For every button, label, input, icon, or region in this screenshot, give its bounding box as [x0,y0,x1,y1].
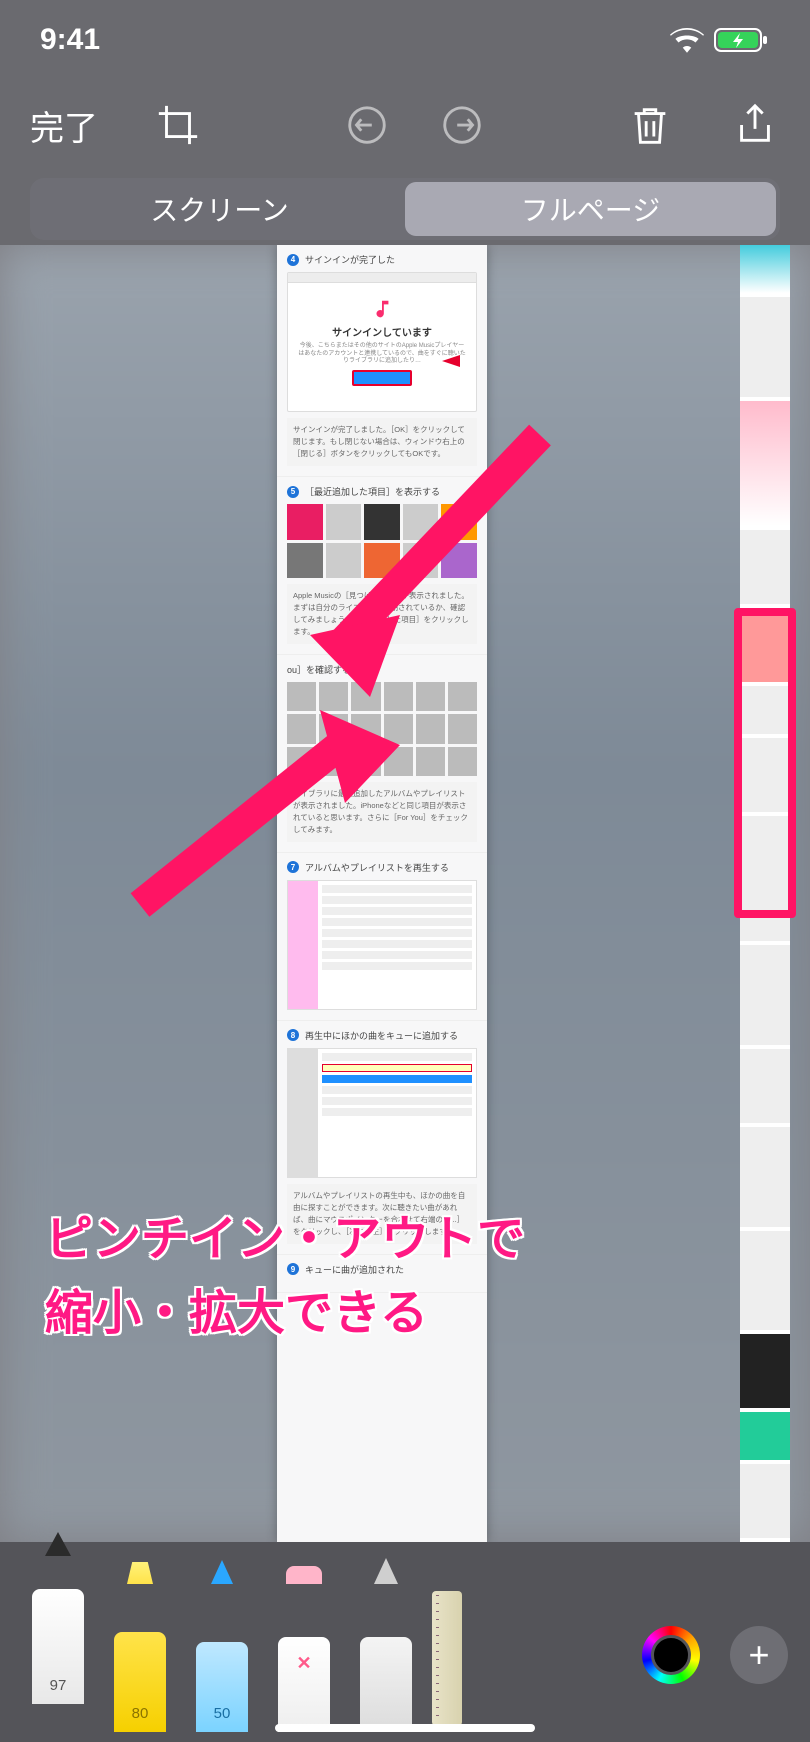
lasso-tool[interactable] [350,1582,422,1732]
status-bar: 9:41 [0,0,810,70]
step-title: サインインが完了した [305,253,395,266]
page-scrubber[interactable] [740,245,790,1542]
status-time: 9:41 [40,23,100,57]
tool-tray: 97 80 50 ✕ [22,1544,642,1704]
redo-button[interactable] [437,100,487,150]
annotation-caption-line1: ピンチイン・アウトで [45,1203,525,1277]
annotation-arrow-out [120,685,440,950]
tool-size-label: 50 [214,1705,231,1722]
editor-toolbar: 完了 [0,85,810,165]
current-color-swatch [651,1635,691,1675]
undo-button[interactable] [342,100,392,150]
step-bullet: 4 [287,254,299,266]
preview-canvas[interactable]: 4 サインインが完了した サインインしています 今後、こちらまたはその他のサイトの… [0,245,810,1542]
markup-toolbar: 97 80 50 ✕ + [0,1542,810,1742]
trash-icon [627,102,673,148]
color-picker-button[interactable] [642,1626,700,1684]
segment-fullpage[interactable]: フルページ [405,182,776,236]
share-icon [732,102,778,148]
step-bullet: 8 [287,1029,299,1041]
tool-size-label: 97 [50,1677,67,1694]
eraser-tool[interactable]: ✕ [268,1582,340,1732]
annotation-arrow-in [150,435,550,700]
arrow-up-right-icon [120,685,440,945]
pencil-tool[interactable]: 50 [186,1582,258,1732]
tool-size-label: 80 [132,1705,149,1722]
add-shape-button[interactable]: + [730,1626,788,1684]
battery-charging-icon [714,27,770,53]
arrow-down-right-icon [150,435,550,695]
pen-tool[interactable]: 97 [22,1554,94,1704]
view-mode-segmented: スクリーン フルページ [30,178,780,240]
share-button[interactable] [730,100,780,150]
undo-icon [344,102,390,148]
redo-icon [439,102,485,148]
ruler-tool[interactable] [432,1554,492,1704]
crop-button[interactable] [153,100,203,150]
wifi-icon [670,27,704,53]
queue-mock [287,1048,477,1178]
ok-button-mock [352,370,412,386]
status-indicators [670,27,770,53]
crop-icon [155,102,201,148]
segment-screen[interactable]: スクリーン [34,182,405,236]
home-indicator[interactable] [275,1724,535,1732]
dialog-title: サインインしています [332,324,432,339]
music-note-icon [371,298,393,320]
dialog-mock: サインインしています 今後、こちらまたはその他のサイトのApple Musicプ… [287,272,477,412]
plus-icon: + [748,1634,769,1676]
step-title: 再生中にほかの曲をキューに追加する [305,1029,458,1042]
callout-arrow-icon [442,355,460,367]
marker-tool[interactable]: 80 [104,1582,176,1732]
annotation-caption: ピンチイン・アウトで 縮小・拡大できる [45,1203,525,1352]
delete-button[interactable] [625,100,675,150]
done-button[interactable]: 完了 [30,101,98,150]
annotation-caption-line2: 縮小・拡大できる [45,1277,525,1351]
ruler-icon [432,1591,462,1726]
x-icon: ✕ [296,1653,311,1674]
